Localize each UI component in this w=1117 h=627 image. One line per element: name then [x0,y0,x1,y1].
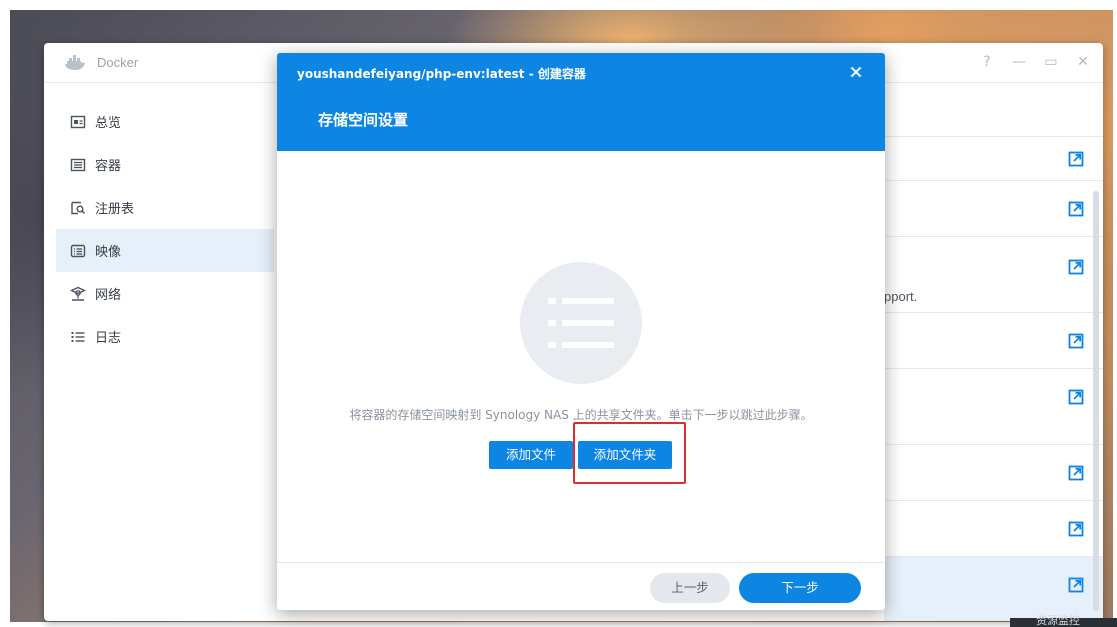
sidebar-item-log[interactable]: 日志 [56,315,274,358]
list-item[interactable] [884,83,1103,137]
list-item[interactable] [884,369,1103,445]
image-icon [70,243,86,259]
open-external-icon[interactable] [1068,465,1084,481]
storage-hint-text: 将容器的存储空间映射到 Synology NAS 上的共享文件夹。单击下一步以跳… [349,408,813,422]
sidebar-item-label: 网络 [95,288,122,303]
dialog-header[interactable]: youshandefeiyang/php-env:latest - 创建容器 存… [277,53,885,151]
open-external-icon[interactable] [1068,333,1084,349]
sidebar-item-image[interactable]: 映像 [56,229,274,272]
sidebar-item-label: 日志 [95,331,122,346]
sidebar-item-registry[interactable]: 注册表 [56,186,274,229]
add-file-button[interactable]: 添加文件 [489,441,573,469]
registry-icon [70,200,86,216]
open-external-icon[interactable] [1068,151,1084,167]
overview-icon [70,114,86,130]
image-list: pport. [884,83,1103,621]
annotation-highlight-box [573,422,686,484]
minimize-icon[interactable]: — [1011,53,1027,71]
taskbar-resource-monitor[interactable]: 资源监控 [1036,614,1080,627]
list-scrollbar[interactable] [1093,191,1099,611]
list-item[interactable] [884,137,1103,181]
list-item[interactable] [884,313,1103,369]
docker-whale-icon [64,55,86,71]
sidebar-item-label: 总览 [95,116,122,131]
open-external-icon[interactable] [1068,521,1084,537]
step-title: 存储空间设置 [318,111,409,129]
previous-step-button[interactable]: 上一步 [650,573,730,603]
sidebar-item-network[interactable]: 网络 [56,272,274,315]
list-icon [548,298,614,348]
next-step-button[interactable]: 下一步 [739,573,861,603]
dialog-title: youshandefeiyang/php-env:latest - 创建容器 [297,67,586,81]
sidebar-item-label: 注册表 [95,202,135,217]
sidebar: 总览 容器 注册表 映像 网络 日志 [56,100,274,358]
container-icon [70,157,86,173]
empty-state-illustration [520,262,642,384]
maximize-icon[interactable]: ▭ [1043,53,1059,71]
window-controls: ? — ▭ ✕ [979,53,1091,71]
list-item[interactable]: pport. [884,237,1103,313]
network-icon [70,286,86,302]
sidebar-item-container[interactable]: 容器 [56,143,274,186]
app-title: Docker [97,55,139,70]
help-icon[interactable]: ? [979,53,995,71]
close-window-icon[interactable]: ✕ [1075,53,1091,71]
list-item[interactable] [884,445,1103,501]
open-external-icon[interactable] [1068,389,1084,405]
row-description-fragment: pport. [884,289,918,304]
open-external-icon[interactable] [1068,577,1084,593]
close-icon[interactable] [847,63,865,81]
dialog-footer: 上一步 下一步 [277,562,885,610]
sidebar-item-label: 容器 [95,159,122,174]
list-item[interactable] [884,501,1103,557]
create-container-dialog: youshandefeiyang/php-env:latest - 创建容器 存… [277,53,885,610]
open-external-icon[interactable] [1068,201,1084,217]
sidebar-item-label: 映像 [95,245,122,260]
log-icon [70,329,86,345]
open-external-icon[interactable] [1068,259,1084,275]
list-item[interactable] [884,181,1103,237]
list-item-selected[interactable] [884,557,1103,621]
sidebar-item-overview[interactable]: 总览 [56,100,274,143]
